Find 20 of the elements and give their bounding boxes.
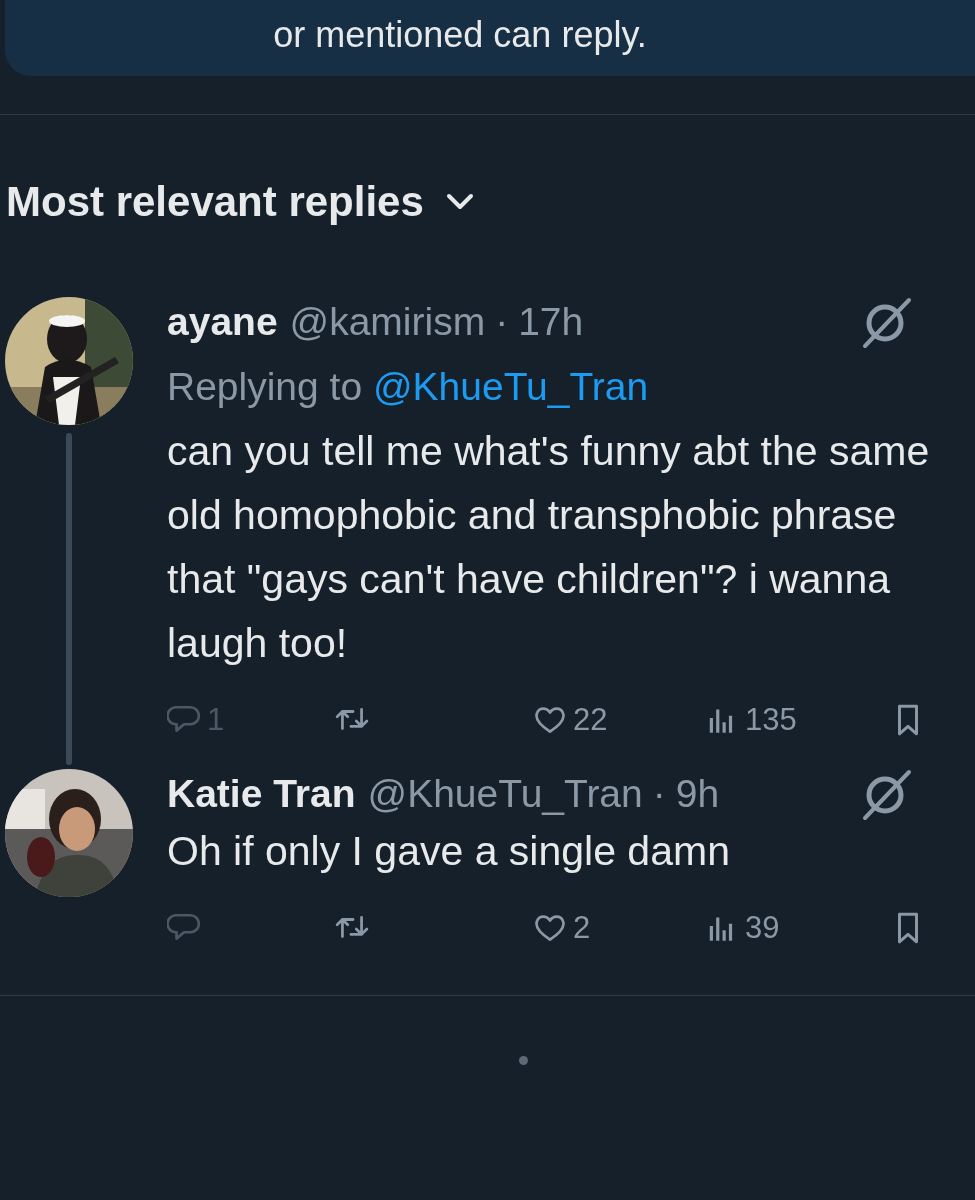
chevron-down-icon[interactable] (445, 193, 474, 211)
timestamp[interactable]: 17h (518, 300, 584, 344)
mention-link[interactable]: @KhueTu_Tran (372, 365, 649, 408)
tweet-text: can you tell me what's funny abt the same old homophobic and transphobic phrase that "gays can't have children"? i wanna laugh too! (167, 427, 931, 668)
user-handle[interactable]: @KhueTu_Tran (367, 772, 643, 816)
user-handle[interactable]: @kamirism (289, 300, 486, 344)
display-name[interactable]: Katie Tran (167, 772, 356, 816)
notice-text: or mentioned can reply. (273, 14, 648, 56)
page-indicator-dot (519, 1056, 528, 1065)
timestamp[interactable]: 9h (675, 772, 720, 816)
replies-sort-label[interactable]: Most relevant replies (6, 178, 424, 226)
views-button[interactable]: 135 (705, 702, 891, 738)
replying-to-text: Replying to @KhueTu_Tran (167, 365, 650, 409)
views-button[interactable]: 39 (705, 910, 891, 946)
like-button[interactable]: 22 (533, 702, 705, 738)
separator-dot: · (495, 300, 509, 344)
like-button[interactable]: 2 (533, 910, 705, 946)
display-name[interactable]: ayane (167, 300, 278, 344)
separator-dot: · (652, 772, 666, 816)
tweet-text: Oh if only I gave a single damn (167, 827, 731, 876)
